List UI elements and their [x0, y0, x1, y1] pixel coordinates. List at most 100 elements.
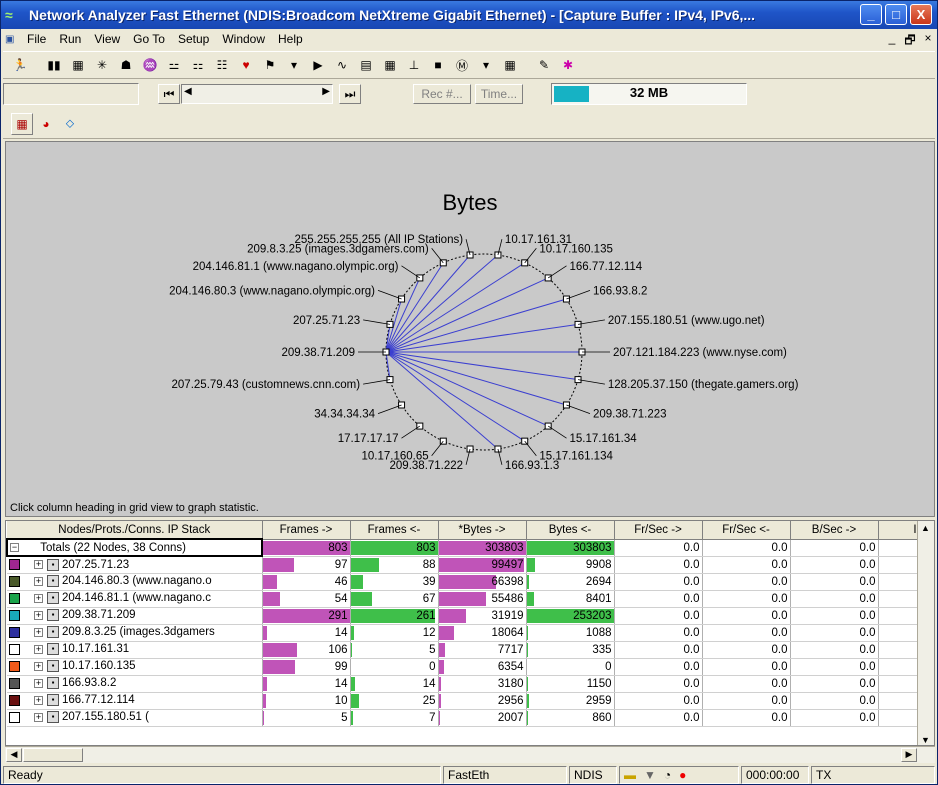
column-header[interactable]: Bytes <-: [526, 521, 615, 540]
expand-icon[interactable]: +: [34, 678, 43, 688]
menu-setup[interactable]: Setup: [178, 32, 209, 46]
table-row[interactable]: + ▪ 204.146.81.1 (www.nagano.c 54 67 55486 840…: [7, 590, 934, 608]
column-header[interactable]: B/Sec ->: [790, 521, 879, 540]
menu-window[interactable]: Window: [222, 32, 265, 46]
timer-icon[interactable]: ◔: [664, 767, 671, 783]
menu-help[interactable]: Help: [278, 32, 303, 46]
expand-icon[interactable]: +: [34, 593, 43, 603]
menu-view[interactable]: View: [94, 32, 120, 46]
expand-icon[interactable]: +: [34, 661, 43, 671]
node-marker[interactable]: [398, 295, 406, 303]
title-bar[interactable]: ≈ Network Analyzer Fast Ethernet (NDIS:B…: [1, 1, 937, 29]
chart-icon[interactable]: ▤: [355, 54, 377, 76]
expand-icon[interactable]: +: [34, 576, 43, 586]
grid-icon[interactable]: ☷: [211, 54, 233, 76]
record-scrollbar[interactable]: ◀ ▶: [181, 84, 333, 104]
expand-icon[interactable]: +: [34, 610, 43, 620]
scroll-thumb[interactable]: [23, 748, 83, 762]
pie-view-icon[interactable]: ◕: [35, 113, 57, 135]
circle-view-icon[interactable]: ⬦: [59, 113, 81, 135]
menu-goto[interactable]: Go To: [133, 32, 165, 46]
scroll-left-icon[interactable]: ◀: [184, 86, 192, 97]
cell-bar: [438, 642, 446, 657]
last-record-icon[interactable]: ⏭: [339, 84, 361, 104]
pen-icon[interactable]: ✎: [533, 54, 555, 76]
conversation-circle-graph: Bytes 10.17.161.3110.17.160.135166.77.12…: [169, 190, 798, 472]
totals-row[interactable]: − Totals (22 Nodes, 38 Conns) 803 803 30380…: [6, 538, 934, 557]
minimize-button[interactable]: _: [860, 4, 882, 25]
expand-icon[interactable]: +: [34, 560, 43, 570]
column-header[interactable]: Fr/Sec ->: [614, 521, 703, 540]
collapse-icon[interactable]: −: [10, 542, 19, 552]
expand-icon[interactable]: +: [34, 627, 43, 637]
scroll-down-icon[interactable]: ▼: [921, 735, 930, 745]
scroll-left-icon[interactable]: ◀: [6, 748, 22, 762]
record-icon[interactable]: ●: [679, 767, 686, 783]
table-row[interactable]: + ▪ 209.8.3.25 (images.3dgamers 14 12 18064 10…: [7, 624, 934, 642]
heart-icon[interactable]: ♥: [235, 54, 257, 76]
stop-icon[interactable]: ▮▮: [43, 54, 65, 76]
report-icon[interactable]: ▦: [499, 54, 521, 76]
play-icon[interactable]: ▶: [307, 54, 329, 76]
cell-fr-in: 0.0: [702, 539, 791, 557]
folder-icon[interactable]: ▬: [624, 767, 636, 783]
capture-icon[interactable]: ▦: [67, 54, 89, 76]
mdi-minimize-button[interactable]: _: [885, 31, 899, 45]
menu-file[interactable]: File: [27, 32, 46, 46]
filter-icon[interactable]: ✳: [91, 54, 113, 76]
wave-icon[interactable]: ∿: [331, 54, 353, 76]
table-row[interactable]: + ▪ 166.77.12.114 10 25 2956 2959 0.0 0.0 0.0: [7, 692, 934, 710]
network-icon[interactable]: ⚍: [163, 54, 185, 76]
monitor-icon[interactable]: ♒: [139, 54, 161, 76]
column-header[interactable]: Nodes/Prots./Conns. IP Stack: [7, 521, 263, 540]
column-header[interactable]: *Bytes ->: [438, 521, 527, 540]
cell-value: 0.0: [859, 660, 876, 673]
station-icon[interactable]: ⚏: [187, 54, 209, 76]
dropdown-icon[interactable]: ▾: [475, 54, 497, 76]
column-header[interactable]: Fr/Sec <-: [702, 521, 791, 540]
node-marker[interactable]: [562, 295, 570, 303]
matrix-icon[interactable]: ▦: [379, 54, 401, 76]
scroll-right-icon[interactable]: ▶: [901, 748, 917, 762]
node-label: 204.146.80.3 (www.nagano.olympic.org): [169, 285, 375, 297]
close-button[interactable]: X: [910, 4, 932, 25]
filter-funnel-icon[interactable]: ▼: [644, 767, 656, 783]
table-row[interactable]: + ▪ 166.93.8.2 14 14 3180 1150 0.0 0.0 0.0: [7, 675, 934, 693]
cell-frames-out: 10: [262, 692, 351, 710]
table-row[interactable]: + ▪ 204.146.80.3 (www.nagano.o 46 39 66398 269…: [7, 573, 934, 591]
nodes-icon[interactable]: ☗: [115, 54, 137, 76]
table-row[interactable]: + ▪ 207.25.71.23 97 88 99497 9908 0.0 0.0 0.0: [7, 556, 934, 574]
expand-icon[interactable]: +: [34, 644, 43, 654]
cell-fr-out: 0.0: [614, 590, 703, 608]
table-row[interactable]: + ▪ 10.17.160.135 99 0 6354 0 0.0 0.0 0.0: [7, 658, 934, 676]
time-button[interactable]: Time...: [475, 84, 523, 104]
table-row[interactable]: + ▪ 209.38.71.209 291 261 31919 253203 0.0 0.0 0.…: [7, 607, 934, 625]
menu-run[interactable]: Run: [59, 32, 81, 46]
mpls-icon[interactable]: Ⓜ: [451, 54, 473, 76]
protocol-icon[interactable]: ⚑: [259, 54, 281, 76]
table-row[interactable]: + ▪ 10.17.161.31 106 5 7717 335 0.0 0.0 0.0: [7, 641, 934, 659]
block-icon[interactable]: ■: [427, 54, 449, 76]
first-record-icon[interactable]: ⏮: [158, 84, 180, 104]
capture-field[interactable]: [3, 83, 139, 105]
vertical-scrollbar[interactable]: ▲ ▼: [917, 521, 934, 745]
playback-toolbar: ⏮ ◀ ▶ ⏭ Rec #... Time... 32 MB: [3, 81, 935, 107]
grid-view-icon[interactable]: ▦: [11, 112, 33, 135]
maximize-button[interactable]: □: [885, 4, 907, 25]
expand-icon[interactable]: +: [34, 712, 43, 722]
tree-icon[interactable]: ⊥: [403, 54, 425, 76]
horizontal-scrollbar[interactable]: ◀ ▶: [5, 746, 935, 763]
scroll-right-icon[interactable]: ▶: [322, 86, 330, 97]
node-label: 207.25.71.23: [293, 315, 360, 327]
table-row[interactable]: + ▪ 207.155.180.51 (5 7 2007 860 0.0 0.0 0.0: [7, 709, 934, 727]
dropdown-icon[interactable]: ▾: [283, 54, 305, 76]
scroll-up-icon[interactable]: ▲: [921, 523, 930, 533]
expand-icon[interactable]: +: [34, 695, 43, 705]
run-icon[interactable]: 🏃: [9, 54, 31, 76]
column-header[interactable]: Frames <-: [350, 521, 439, 540]
rec-button[interactable]: Rec #...: [413, 84, 471, 104]
expert-icon[interactable]: ✱: [557, 54, 579, 76]
mdi-close-button[interactable]: ×: [921, 31, 935, 45]
column-header[interactable]: Frames ->: [262, 521, 351, 540]
mdi-restore-button[interactable]: 🗗: [903, 31, 917, 52]
